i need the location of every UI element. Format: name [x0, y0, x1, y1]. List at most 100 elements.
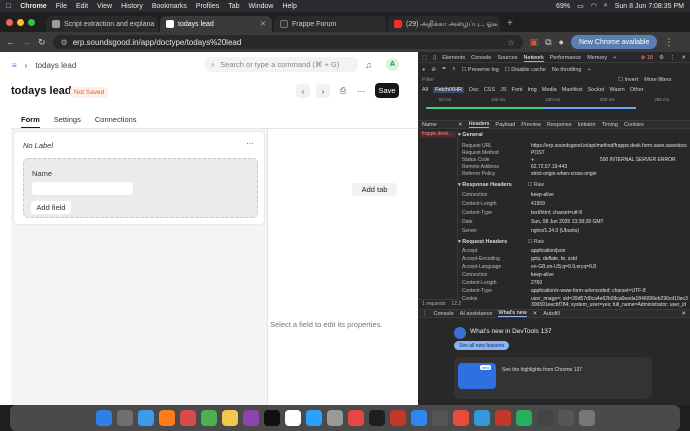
type-filter-other[interactable]: Other: [630, 87, 644, 93]
forward-icon[interactable]: →: [22, 37, 31, 47]
reload-icon[interactable]: ↻: [38, 37, 46, 48]
type-filter-wasm[interactable]: Wasm: [609, 87, 624, 93]
word-icon[interactable]: [473, 410, 490, 426]
details-tab-initiator[interactable]: Initiator: [578, 122, 596, 128]
raw-checkbox[interactable]: ☐ Raw: [528, 182, 544, 188]
tab-script-extraction[interactable]: Script extraction and explana✕: [46, 16, 158, 32]
music-icon[interactable]: [347, 410, 364, 426]
menu-help[interactable]: Help: [282, 3, 296, 10]
menubar-app[interactable]: Chrome: [20, 3, 46, 10]
excel-icon[interactable]: [515, 410, 532, 426]
type-filter-manifest[interactable]: Manifest: [562, 87, 583, 93]
drawer-tab-ai-assistance[interactable]: AI assistance: [460, 311, 493, 317]
zoom-window-icon[interactable]: [28, 19, 35, 26]
more-tabs-icon[interactable]: »: [613, 55, 616, 61]
menu-history[interactable]: History: [121, 3, 143, 10]
devtools-tab-memory[interactable]: Memory: [587, 55, 607, 61]
devtools-tab-network[interactable]: Network: [523, 55, 544, 62]
powerpoint-icon[interactable]: [494, 410, 511, 426]
details-tab-cookies[interactable]: Cookies: [624, 122, 644, 128]
type-filter-img[interactable]: Img: [528, 87, 537, 93]
safari-icon[interactable]: [137, 410, 154, 426]
drawer-tab-whats-new[interactable]: What's new: [498, 310, 527, 317]
section-menu-icon[interactable]: ⋯: [246, 139, 254, 148]
devtools-tab-console[interactable]: Console: [471, 55, 491, 61]
extension-puzzle-icon[interactable]: ⧉: [545, 37, 551, 48]
avatar[interactable]: A: [386, 58, 399, 71]
invert-checkbox[interactable]: ☐ Invert: [618, 77, 638, 83]
datetime[interactable]: Sun 8 Jun 7:08:35 PM: [615, 3, 684, 10]
type-filter-font[interactable]: Font: [512, 87, 523, 93]
details-tab-timing[interactable]: Timing: [602, 122, 618, 128]
site-info-icon[interactable]: ⚙: [61, 38, 68, 47]
raw-checkbox[interactable]: ☐ Raw: [528, 239, 544, 245]
highlight-card[interactable]: new See the highlights from Chrome 137: [454, 357, 652, 399]
devtools-tab-sources[interactable]: Sources: [497, 55, 517, 61]
app-icon[interactable]: [389, 410, 406, 426]
menu-view[interactable]: View: [97, 3, 112, 10]
app-icon[interactable]: [452, 410, 469, 426]
save-button[interactable]: Save: [375, 83, 399, 98]
notes-icon[interactable]: [221, 410, 238, 426]
filter-icon[interactable]: ⏷: [442, 66, 446, 73]
frappe-logo-icon[interactable]: ≡: [12, 61, 17, 70]
apple-tv-icon[interactable]: [263, 410, 280, 426]
type-filter-css[interactable]: CSS: [484, 87, 495, 93]
downloads-icon[interactable]: [557, 410, 574, 426]
preview-icon[interactable]: [536, 410, 553, 426]
response-headers-toggle[interactable]: ▾ Response Headers: [458, 182, 512, 188]
tab-todays-lead[interactable]: todays lead ✕: [160, 16, 272, 32]
menu-edit[interactable]: Edit: [76, 3, 88, 10]
filter-input[interactable]: Filter: [422, 77, 612, 83]
devtools-menu-icon[interactable]: ⋮: [670, 55, 676, 61]
details-tab-headers[interactable]: Headers: [468, 121, 490, 128]
drawer-tab-console[interactable]: Console: [434, 311, 454, 317]
tab-frappe-forum[interactable]: Frappe Forum: [274, 16, 386, 32]
type-filter-all[interactable]: All: [422, 87, 428, 93]
tab-youtube[interactable]: (29) அதிக்கா அழைப்பு... ஓடீ✕: [388, 16, 500, 32]
settings-icon[interactable]: ⚙: [659, 55, 664, 61]
tab-settings[interactable]: Settings: [54, 111, 81, 128]
terminal-icon[interactable]: [368, 410, 385, 426]
more-filters-select[interactable]: More filters: [644, 77, 671, 83]
close-window-icon[interactable]: [6, 19, 13, 26]
search-icon[interactable]: ⌕: [604, 2, 608, 10]
extension-icon[interactable]: ▣: [530, 37, 539, 48]
notification-bell-icon[interactable]: ♫: [365, 60, 372, 70]
general-section-toggle[interactable]: ▾ General: [458, 132, 483, 138]
column-dropzone[interactable]: Name Add field: [23, 158, 258, 218]
device-toolbar-icon[interactable]: ▯: [433, 55, 436, 61]
details-tab-payload[interactable]: Payload: [495, 122, 515, 128]
close-details-icon[interactable]: ✕: [458, 122, 463, 128]
type-filter-fetch-xhr[interactable]: Fetch/XHR: [433, 86, 465, 93]
battery-icon[interactable]: ▭: [577, 2, 584, 10]
section-card[interactable]: No Label ⋯ Name Add field: [13, 131, 265, 225]
clear-icon[interactable]: ⊘: [431, 67, 436, 73]
trash-icon[interactable]: [578, 410, 595, 426]
chrome-icon[interactable]: [179, 410, 196, 426]
chrome-menu-icon[interactable]: ⋮: [664, 37, 673, 48]
name-column-header[interactable]: Name: [422, 122, 452, 128]
timeline-overview[interactable]: [422, 104, 686, 112]
tab-form[interactable]: Form: [21, 111, 40, 128]
prev-doc-button[interactable]: ‹: [296, 84, 310, 98]
bookmark-star-icon[interactable]: ☆: [507, 38, 514, 47]
launchpad-icon[interactable]: [116, 410, 133, 426]
details-tab-response[interactable]: Response: [547, 122, 572, 128]
address-bar[interactable]: ⚙ erp.soundsgood.in/app/doctype/todays%2…: [52, 35, 523, 49]
tab-connections[interactable]: Connections: [95, 111, 137, 128]
type-filter-socket[interactable]: Socket: [588, 87, 605, 93]
firefox-icon[interactable]: [158, 410, 175, 426]
menu-file[interactable]: File: [56, 3, 67, 10]
type-filter-js[interactable]: JS: [500, 87, 506, 93]
menu-profiles[interactable]: Profiles: [196, 3, 219, 10]
menu-window[interactable]: Window: [249, 3, 274, 10]
devtools-tab-elements[interactable]: Elements: [442, 55, 465, 61]
app-icon[interactable]: [431, 410, 448, 426]
minimize-window-icon[interactable]: [17, 19, 24, 26]
breadcrumb[interactable]: todays lead: [35, 61, 76, 70]
devtools-tab-performance[interactable]: Performance: [550, 55, 582, 61]
menu-bookmarks[interactable]: Bookmarks: [152, 3, 187, 10]
add-field-button[interactable]: Add field: [31, 201, 71, 214]
network-conditions-icon[interactable]: ⌁: [587, 67, 590, 73]
